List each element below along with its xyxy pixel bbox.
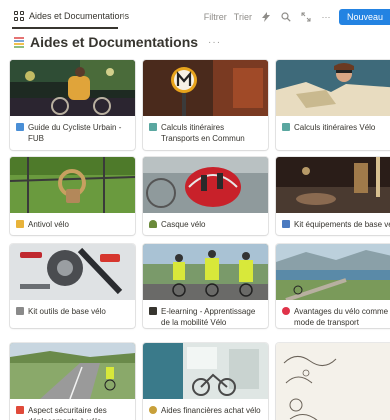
more-options-icon[interactable]: ··· — [319, 10, 333, 24]
jacket-icon — [282, 220, 290, 228]
gallery-card[interactable]: Aspect sécuritaire des déplacements à vé… — [10, 343, 135, 420]
gallery-card[interactable] — [276, 343, 390, 420]
filter-button[interactable]: Filtrer — [204, 12, 227, 22]
gallery-card[interactable]: Avantages du vélo comme mode de transpor… — [276, 244, 390, 328]
database-toolbar: Aides et Documentations + Filtrer Trier … — [0, 0, 390, 30]
gallery-card[interactable]: Kit équipements de base vél — [276, 157, 390, 235]
gallery-card[interactable]: Kit outils de base vélo — [10, 244, 135, 328]
card-cover-image — [276, 157, 390, 213]
card-cover-image — [143, 343, 268, 399]
expand-icon[interactable] — [299, 10, 313, 24]
add-view-button[interactable]: + — [120, 9, 127, 23]
map-icon — [149, 123, 157, 131]
card-cover-image — [10, 157, 135, 213]
lock-icon — [16, 220, 24, 228]
new-button[interactable]: Nouveau — [338, 9, 390, 25]
title-more-icon[interactable]: ··· — [208, 37, 221, 48]
card-title: E-learning - Apprentissage de la mobilit… — [161, 307, 256, 327]
card-cover-image — [10, 60, 135, 116]
active-tab-underline — [12, 27, 118, 29]
card-title: Antivol vélo — [28, 220, 69, 229]
wrench-icon — [16, 307, 24, 315]
helmet-icon — [149, 220, 157, 228]
gallery-card[interactable]: Aides financières achat vélo — [143, 343, 268, 420]
card-cover-image — [276, 343, 390, 420]
gallery-card[interactable]: Calculs itinéraires Vélo — [276, 60, 390, 150]
lightning-icon[interactable] — [259, 10, 273, 24]
gallery-view-icon — [14, 11, 24, 21]
heart-icon — [282, 307, 290, 315]
money-bag-icon — [149, 406, 157, 414]
search-icon[interactable] — [279, 10, 293, 24]
gallery-card[interactable]: Guide du Cycliste Urbain - FUB — [10, 60, 135, 150]
folder-icon — [16, 123, 24, 131]
card-title: Guide du Cycliste Urbain - FUB — [28, 123, 122, 143]
book-stack-icon — [14, 36, 24, 48]
card-cover-image — [276, 60, 390, 116]
view-tab-label: Aides et Documentations — [29, 11, 130, 21]
card-title: Calculs itinéraires Vélo — [294, 123, 376, 132]
card-title: Calculs itinéraires Transports en Commun — [161, 123, 245, 143]
map-icon — [282, 123, 290, 131]
card-cover-image — [276, 244, 390, 300]
gallery-card[interactable]: E-learning - Apprentissage de la mobilit… — [143, 244, 268, 328]
gallery-card[interactable]: Calculs itinéraires Transports en Commun — [143, 60, 268, 150]
gallery-card[interactable]: Antivol vélo — [10, 157, 135, 235]
card-title: Casque vélo — [161, 220, 206, 229]
card-title: Kit outils de base vélo — [28, 307, 106, 316]
card-cover-image — [10, 244, 135, 300]
card-title: Avantages du vélo comme mode de transpor… — [294, 307, 389, 327]
gallery-card[interactable]: Casque vélo — [143, 157, 268, 235]
card-title: Aides financières achat vélo — [161, 406, 261, 415]
card-title: Aspect sécuritaire des déplacements à vé… — [28, 406, 107, 420]
toolbar-actions: Filtrer Trier ··· Nouveau — [204, 8, 390, 26]
view-tab-gallery[interactable]: Aides et Documentations — [14, 11, 129, 21]
page-title: Aides et Documentations — [30, 34, 199, 50]
card-cover-image — [10, 343, 135, 399]
mortarboard-icon — [149, 307, 157, 315]
card-cover-image — [143, 157, 268, 213]
page-title-row: Aides et Documentations ··· — [14, 34, 221, 50]
sort-button[interactable]: Trier — [234, 12, 252, 22]
card-cover-image — [143, 244, 268, 300]
card-title: Kit équipements de base vél — [294, 220, 390, 229]
warning-icon — [16, 406, 24, 414]
card-cover-image — [143, 60, 268, 116]
